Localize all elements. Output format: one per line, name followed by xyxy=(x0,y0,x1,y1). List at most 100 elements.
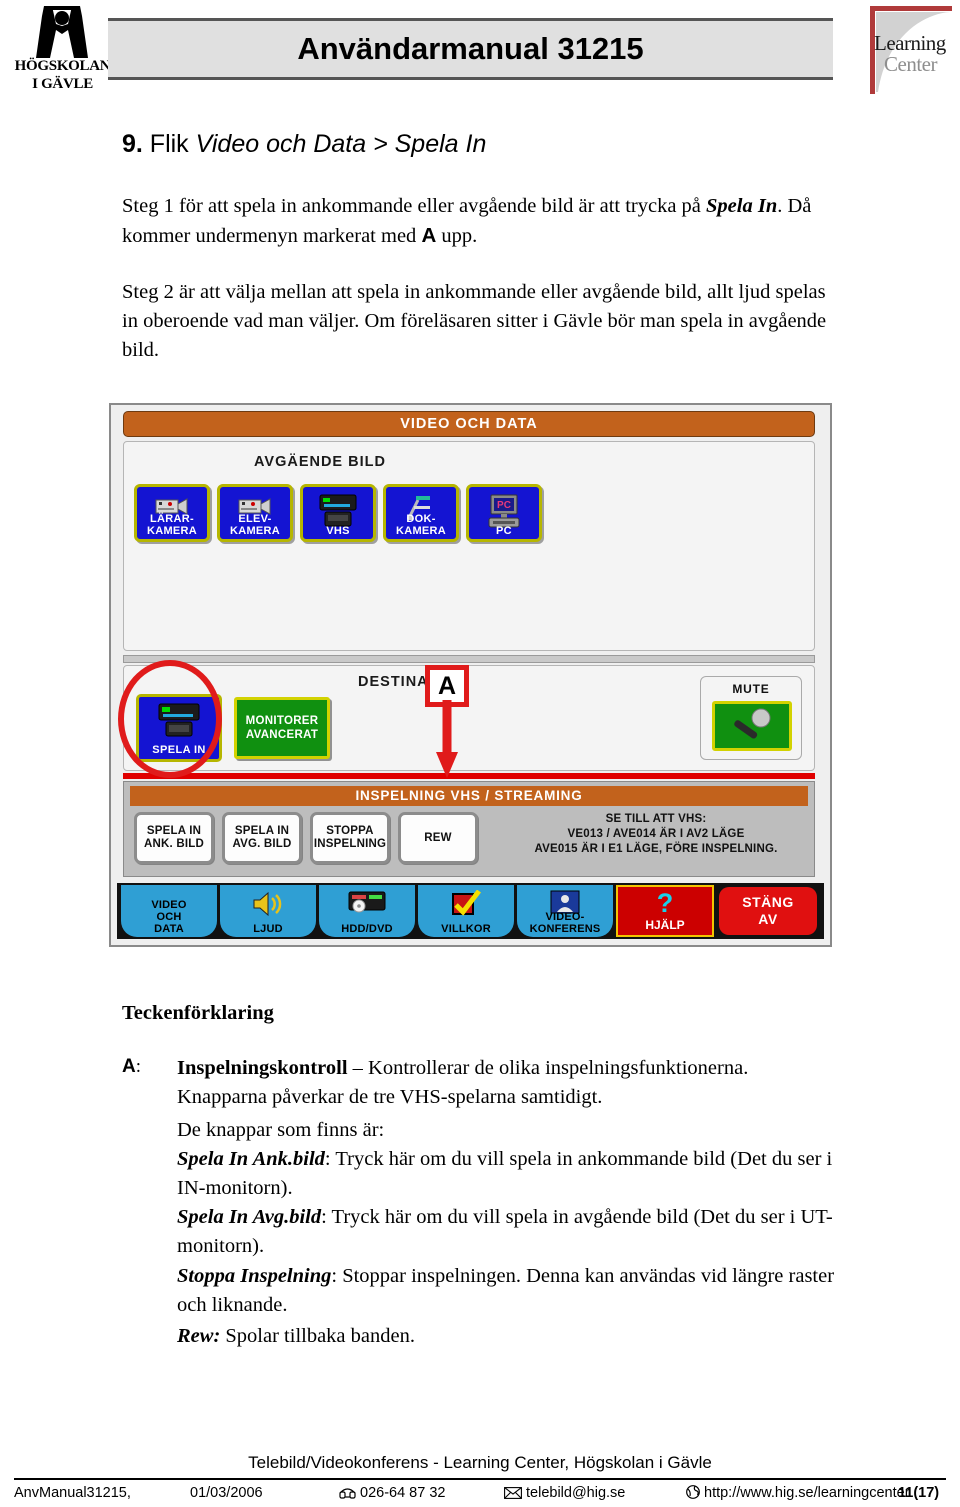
toolbar-button-video-och-data[interactable]: VIDEO OCH DATA xyxy=(121,885,217,937)
legend-item-rew: Rew: Spolar tillbaka banden. xyxy=(177,1322,837,1351)
annotation-arrow-icon xyxy=(436,700,458,778)
legend-item4-bold: Spela In Avg.bild xyxy=(177,1206,322,1228)
mute-section: MUTE xyxy=(700,676,802,760)
source-button-label: ELEV- KAMERA xyxy=(229,513,281,537)
source-button-elev-kamera[interactable]: ELEV- KAMERA xyxy=(217,484,293,542)
legend-key-a: A: xyxy=(122,1056,142,1077)
recording-note-line1: SE TILL ATT VHS: xyxy=(605,813,707,825)
vhs-deck-icon xyxy=(158,703,200,737)
toolbar-button-villkor[interactable]: VILLKOR xyxy=(418,885,514,937)
section-lead: Flik xyxy=(142,130,196,158)
source-button-vhs[interactable]: VHS xyxy=(300,484,376,542)
panel-titlebar: VIDEO OCH DATA xyxy=(123,411,815,437)
footer-email: telebild@hig.se xyxy=(504,1485,625,1501)
footer-title: Telebild/Videokonferens - Learning Cente… xyxy=(248,1453,712,1472)
footer-meta-row: AnvManual31215, 01/03/2006 026-64 87 32 … xyxy=(14,1484,946,1506)
help-button-label: HJÄLP xyxy=(645,918,685,932)
document-title-bar: Användarmanual 31215 xyxy=(108,18,833,80)
learning-center-logo: Learning Center xyxy=(862,4,954,96)
power-off-button[interactable]: STÄNG AV xyxy=(719,887,817,935)
stop-recording-button[interactable]: STOPPA INSPELNING xyxy=(310,812,390,864)
hdd-dvd-icon xyxy=(348,891,386,913)
footer-website: http://www.hig.se/learningcenter xyxy=(686,1485,910,1501)
help-button[interactable]: ? HJÄLP xyxy=(616,885,714,937)
legend-item-buttons: De knappar som finns är: Spela In Ank.bi… xyxy=(177,1116,837,1203)
power-off-line2: AV xyxy=(758,911,778,927)
monitorer-avancerat-button[interactable]: MONITORER AVANCERAT xyxy=(234,697,330,759)
legend-item5-bold: Stoppa Inspelning xyxy=(177,1265,332,1287)
footer-document-name: AnvManual31215, xyxy=(14,1485,131,1501)
page-title: Användarmanual 31215 xyxy=(297,31,644,66)
recording-titlebar: INSPELNING VHS / STREAMING xyxy=(130,786,808,806)
toolbar-button-hdd-dvd[interactable]: HDD/DVD xyxy=(319,885,415,937)
toolbar-label: LJUD xyxy=(253,923,283,935)
hig-logo-mark xyxy=(36,6,88,58)
recording-section: INSPELNING VHS / STREAMING SPELA IN ANK. … xyxy=(123,781,815,877)
section-title: Video och Data > Spela In xyxy=(195,130,487,158)
p1-spela-in: Spela In xyxy=(706,195,778,217)
vhs-deck-icon xyxy=(319,494,357,527)
mute-label: MUTE xyxy=(732,682,770,696)
recording-button-row: SPELA IN ANK. BILD SPELA IN AVG. BILD STOP… xyxy=(134,812,478,864)
record-outgoing-button[interactable]: SPELA IN AVG. BILD xyxy=(222,812,302,864)
envelope-icon xyxy=(504,1487,522,1499)
p1-part-e: upp. xyxy=(436,225,478,247)
record-incoming-button[interactable]: SPELA IN ANK. BILD xyxy=(134,812,214,864)
control-panel-inner: VIDEO OCH DATA AVGÄENDE BILD LÄRAR- KAMER… xyxy=(117,409,824,941)
globe-icon xyxy=(686,1485,700,1499)
checkmark-icon xyxy=(452,890,481,916)
source-button-pc[interactable]: PC PC xyxy=(466,484,542,542)
toolbar-button-videokonferens[interactable]: VIDEO- KONFERENS xyxy=(517,885,613,937)
legend-item-stoppa-inspelning: Stoppa Inspelning: Stoppar inspelningen.… xyxy=(177,1262,837,1320)
panel-bottom-toolbar: VIDEO OCH DATA LJUD HDD/DVD VILLKOR VIDE… xyxy=(117,883,824,939)
telephone-icon xyxy=(339,1488,356,1499)
footer-date: 01/03/2006 xyxy=(190,1485,263,1501)
rewind-button[interactable]: REW xyxy=(398,812,478,864)
p1-marker-a: A xyxy=(421,224,437,247)
section-number: 9. xyxy=(122,130,143,158)
svg-text:PC: PC xyxy=(497,500,511,511)
source-button-label: PC xyxy=(496,525,512,537)
source-button-label: VHS xyxy=(326,525,350,537)
spela-in-button[interactable]: SPELA IN xyxy=(136,694,222,762)
legend-item6-rest: Spolar tillbaka banden. xyxy=(220,1325,415,1347)
monitorer-line2: AVANCERAT xyxy=(245,729,319,741)
paragraph-step2: Steg 2 är att välja mellan att spela in … xyxy=(122,281,827,361)
hig-logo-line1: HÖGSKOLAN xyxy=(14,58,111,74)
footer-phone: 026-64 87 32 xyxy=(339,1485,445,1501)
learning-center-line2: Center xyxy=(884,52,937,76)
hig-logo-line2: I GÄVLE xyxy=(32,76,93,92)
recording-note-line2: VE013 / AVE014 ÄR I AV2 LÄGE xyxy=(567,828,745,840)
control-panel-screenshot: VIDEO OCH DATA AVGÄENDE BILD LÄRAR- KAMER… xyxy=(109,403,832,947)
outgoing-image-label: AVGÄENDE BILD xyxy=(254,454,386,470)
source-button-larar-kamera[interactable]: LÄRAR- KAMERA xyxy=(134,484,210,542)
microphone-icon xyxy=(734,708,771,739)
source-button-label: LÄRAR- KAMERA xyxy=(146,513,198,537)
legend-item1-bold: Inspelningskontroll xyxy=(177,1057,348,1079)
source-button-dok-kamera[interactable]: DOK- KAMERA xyxy=(383,484,459,542)
source-button-row: LÄRAR- KAMERA ELEV- KAMERA VHS DOK- KAME… xyxy=(134,484,542,542)
panel-divider xyxy=(123,655,815,663)
footer-page-number: 11(17) xyxy=(898,1485,940,1501)
legend-title: Teckenförklaring xyxy=(122,1002,274,1024)
hogskolan-i-gavle-logo: HÖGSKOLAN I GÄVLE xyxy=(10,4,115,94)
toolbar-label: VIDEO- KONFERENS xyxy=(529,911,601,935)
legend-item-inspelningskontroll: Inspelningskontroll – Kontrollerar de ol… xyxy=(177,1054,837,1112)
legend-item-spela-in-avg: Spela In Avg.bild: Tryck här om du vill … xyxy=(177,1203,837,1261)
p1-part-a: Steg 1 för att spela in ankommande eller… xyxy=(122,195,707,217)
question-mark-icon: ? xyxy=(656,888,674,918)
monitorer-line1: MONITORER xyxy=(245,715,319,727)
mute-button[interactable] xyxy=(712,701,792,751)
toolbar-button-ljud[interactable]: LJUD xyxy=(220,885,316,937)
footer-divider xyxy=(14,1478,946,1480)
speaker-icon xyxy=(253,891,282,917)
paragraph-step1: Steg 1 för att spela in ankommande eller… xyxy=(122,192,832,251)
spela-in-button-label: SPELA IN xyxy=(152,744,206,756)
legend-item3: Spela In Ank.bild: Tryck här om du vill … xyxy=(177,1148,833,1199)
page-header: HÖGSKOLAN I GÄVLE Användarmanual 31215 L… xyxy=(0,0,960,100)
toolbar-label: VIDEO OCH DATA xyxy=(151,899,187,935)
legend-item2: De knappar som finns är: xyxy=(177,1119,385,1141)
section-heading: 9. Flik Video och Data > Spela In xyxy=(122,130,486,159)
recording-note-line3: AVE015 ÄR I E1 LÄGE, FÖRE INSPELNING. xyxy=(534,843,778,855)
toolbar-label: VILLKOR xyxy=(441,923,491,935)
